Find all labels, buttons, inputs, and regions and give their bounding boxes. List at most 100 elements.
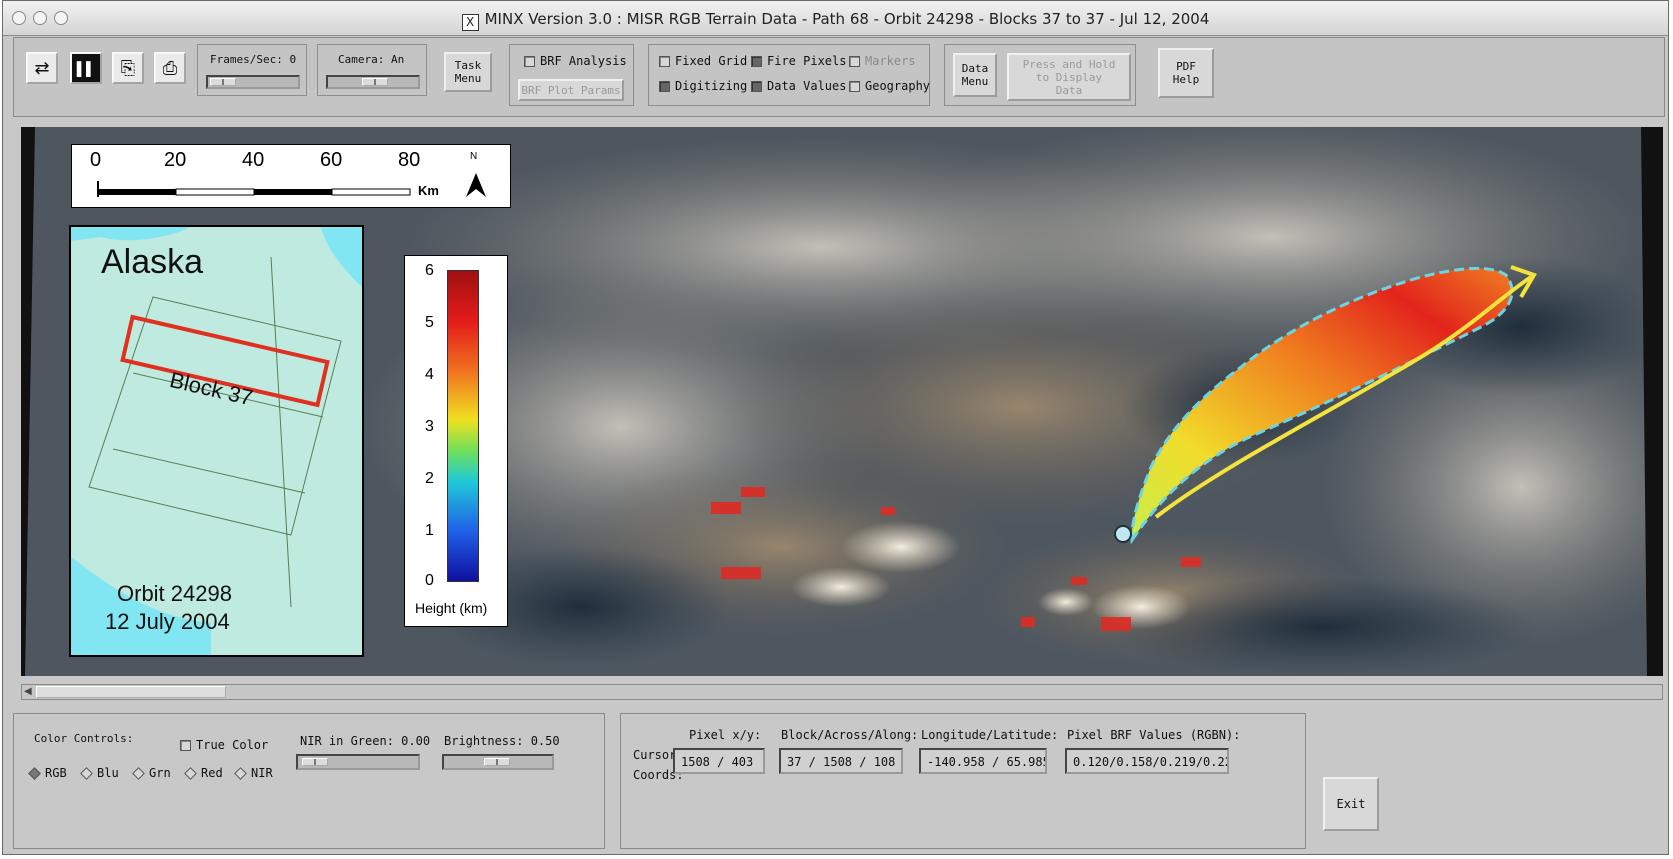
legend-tick-1: 1 xyxy=(425,522,434,539)
legend-tick-0: 0 xyxy=(425,572,434,589)
pixel-xy-header: Pixel x/y: xyxy=(689,728,762,742)
export-in-button[interactable]: ⎘ xyxy=(112,52,144,84)
data-values-checkbox[interactable]: Data Values xyxy=(751,79,846,93)
scale-tick-20: 20 xyxy=(164,149,187,171)
lon-lat-field[interactable]: -140.958 / 65.985 xyxy=(919,748,1047,774)
scale-tick-0: 0 xyxy=(90,149,102,171)
block-across-along-header: Block/Across/Along: xyxy=(781,728,919,742)
fire-pixels-checkbox[interactable]: Fire Pixels xyxy=(751,54,846,68)
camera-label: Camera: An xyxy=(338,53,405,66)
legend-tick-2: 2 xyxy=(425,470,434,487)
slider-thumb[interactable] xyxy=(302,758,328,766)
rgb-label: RGB xyxy=(45,766,67,780)
legend-tick-4: 4 xyxy=(425,366,434,383)
window-title: X MINX Version 3.0 : MISR RGB Terrain Dat… xyxy=(3,10,1668,31)
red-label: Red xyxy=(201,766,223,780)
inset-date: 12 July 2004 xyxy=(105,609,230,634)
lon-lat-header: Longitude/Latitude: xyxy=(921,728,1059,742)
color-controls-panel: Color Controls: True Color RGB Blu Grn R… xyxy=(13,713,605,849)
scale-tick-60: 60 xyxy=(320,149,343,171)
camera-group: Camera: An xyxy=(317,44,427,96)
slider-thumb[interactable] xyxy=(484,758,510,766)
block-across-along-field[interactable]: 37 / 1508 / 108 xyxy=(779,748,903,774)
inset-title: Alaska xyxy=(101,243,204,281)
data-menu-button[interactable]: Data Menu xyxy=(953,53,997,97)
markers-checkbox[interactable]: Markers xyxy=(849,54,916,68)
cursor-label: Cursor xyxy=(633,748,677,762)
rgb-radio[interactable]: RGB xyxy=(28,766,67,780)
fixed-grid-label: Fixed Grid xyxy=(675,54,748,68)
true-color-label: True Color xyxy=(196,738,269,752)
export-in-icon: ⎘ xyxy=(120,57,136,78)
toggle-direction-icon: ⇄ xyxy=(34,57,50,78)
scrollbar-thumb[interactable] xyxy=(36,686,226,698)
red-radio[interactable]: Red xyxy=(184,766,223,780)
pause-icon: ▌▌ xyxy=(76,60,96,76)
nir-label: NIR xyxy=(251,766,273,780)
task-menu-button[interactable]: Task Menu xyxy=(444,52,492,92)
overlay-options-group: Fixed Grid Digitizing Fire Pixels Data V… xyxy=(648,44,930,106)
nir-radio[interactable]: NIR xyxy=(234,766,273,780)
frames-per-sec-slider[interactable] xyxy=(206,75,300,89)
legend-tick-5: 5 xyxy=(425,314,434,331)
nir-in-green-label: NIR in Green: 0.00 xyxy=(300,734,431,748)
digitizing-checkbox[interactable]: Digitizing xyxy=(659,79,747,93)
export-out-button[interactable]: ⎙ xyxy=(154,52,186,84)
brf-analysis-checkbox[interactable]: BRF Analysis xyxy=(524,54,627,68)
geography-checkbox[interactable]: Geography xyxy=(849,79,930,93)
slider-thumb[interactable] xyxy=(210,78,236,86)
inset-orbit: Orbit 24298 xyxy=(117,581,232,606)
geography-label: Geography xyxy=(865,79,931,93)
pause-button[interactable]: ▌▌ xyxy=(70,52,102,84)
camera-slider[interactable] xyxy=(326,75,420,89)
image-display[interactable]: 0 20 40 60 80 Km N Alaska Block 37 Orbit… xyxy=(21,127,1663,676)
markers-label: Markers xyxy=(865,54,916,68)
brf-plot-params-button[interactable]: BRF Plot Params xyxy=(518,79,624,101)
exit-button[interactable]: Exit xyxy=(1323,777,1379,831)
height-color-bar xyxy=(447,270,479,582)
horizontal-scrollbar[interactable]: ◀ xyxy=(21,684,1663,700)
brf-group: BRF Analysis BRF Plot Params xyxy=(509,44,634,106)
scale-bar: 0 20 40 60 80 Km N xyxy=(71,144,511,208)
scale-bar-graphic xyxy=(97,173,486,197)
grn-radio[interactable]: Grn xyxy=(132,766,171,780)
toggle-direction-button[interactable]: ⇄ xyxy=(26,52,58,84)
scale-unit: Km xyxy=(418,183,439,198)
x11-icon: X xyxy=(461,14,479,31)
fixed-grid-checkbox[interactable]: Fixed Grid xyxy=(659,54,747,68)
data-group: Data Menu Press and Hold to Display Data xyxy=(944,44,1136,106)
brightness-label: Brightness: 0.50 xyxy=(444,734,560,748)
window-title-text: MINX Version 3.0 : MISR RGB Terrain Data… xyxy=(484,10,1210,28)
brightness-slider[interactable] xyxy=(442,754,554,770)
nir-in-green-slider[interactable] xyxy=(296,754,420,770)
alaska-inset-map: Alaska Block 37 Orbit 24298 12 July 2004 xyxy=(69,225,364,657)
digitizing-label: Digitizing xyxy=(675,79,748,93)
pixel-xy-field[interactable]: 1508 / 403 xyxy=(673,748,765,774)
height-legend: 6 5 4 3 2 1 0 Height (km) xyxy=(404,255,508,627)
legend-tick-3: 3 xyxy=(425,418,434,435)
export-out-icon: ⎙ xyxy=(162,57,178,78)
north-arrow-icon: N xyxy=(470,151,478,162)
fire-pixels-label: Fire Pixels xyxy=(767,54,847,68)
scale-tick-40: 40 xyxy=(242,149,265,171)
grn-label: Grn xyxy=(149,766,171,780)
scroll-left-icon[interactable]: ◀ xyxy=(24,686,32,697)
frames-per-sec-group: Frames/Sec: 0 xyxy=(197,44,307,96)
pdf-help-button[interactable]: PDF Help xyxy=(1158,48,1214,98)
blu-label: Blu xyxy=(97,766,119,780)
legend-tick-6: 6 xyxy=(425,262,434,279)
brf-values-field[interactable]: 0.120/0.158/0.219/0.221 xyxy=(1065,748,1229,774)
minx-window: X MINX Version 3.0 : MISR RGB Terrain Dat… xyxy=(2,0,1669,855)
legend-title: Height (km) xyxy=(415,600,488,616)
brf-analysis-label: BRF Analysis xyxy=(540,54,627,68)
data-values-label: Data Values xyxy=(767,79,847,93)
slider-thumb[interactable] xyxy=(362,78,388,86)
true-color-checkbox[interactable]: True Color xyxy=(180,738,268,752)
scale-tick-80: 80 xyxy=(398,149,421,171)
blu-radio[interactable]: Blu xyxy=(80,766,119,780)
press-hold-display-data-button[interactable]: Press and Hold to Display Data xyxy=(1007,53,1131,101)
color-controls-label: Color Controls: xyxy=(34,732,134,745)
frames-per-sec-label: Frames/Sec: 0 xyxy=(210,53,297,66)
toolbar: ⇄ ▌▌ ⎘ ⎙ Frames/Sec: 0 Camera: An Task M… xyxy=(13,37,1665,117)
brf-values-header: Pixel BRF Values (RGBN): xyxy=(1067,728,1241,742)
